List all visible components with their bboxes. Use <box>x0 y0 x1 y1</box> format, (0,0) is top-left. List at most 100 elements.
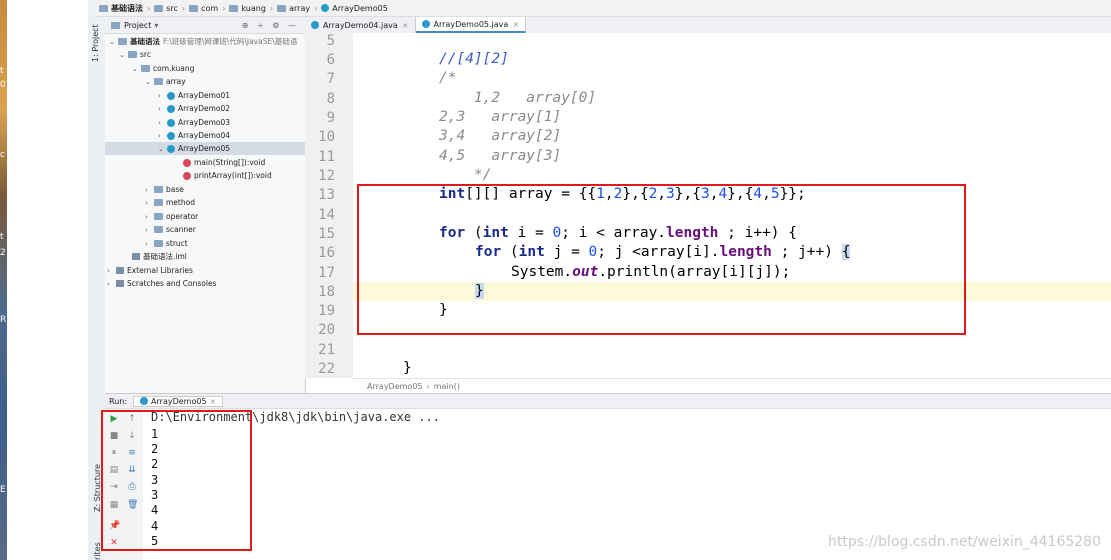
close-icon[interactable]: × <box>512 20 519 29</box>
breadcrumb-class[interactable]: ArrayDemo05 <box>367 382 423 391</box>
class-icon <box>167 144 175 153</box>
chevron-down-icon: ⌄ <box>119 50 125 59</box>
nav-crumb-com[interactable]: com <box>189 4 218 13</box>
tree-item-scratches[interactable]: › Scratches and Consoles <box>107 277 216 290</box>
tree-item-class[interactable]: › ArrayDemo03 <box>158 116 230 129</box>
module-file-icon <box>132 253 140 260</box>
line-number: 12 <box>318 168 335 184</box>
chevron-right-icon: › <box>145 225 148 234</box>
class-icon <box>421 20 430 28</box>
navigation-bar: 基础语法 › src › com › kuang › array › ArrayDemo0… <box>95 0 1111 17</box>
run-tab[interactable]: ArrayDemo05 × <box>133 395 224 407</box>
line-number: 13 <box>318 187 335 203</box>
package-icon <box>154 213 163 220</box>
line-number: 10 <box>318 129 335 145</box>
chevron-right-icon: › <box>158 104 161 113</box>
code-line: 2,3 array[1] <box>439 109 562 125</box>
line-number-gutter: 5 6 7 8 9 10 11 12 13 14 15 16 17 18 19 … <box>305 33 354 378</box>
close-icon[interactable]: × <box>210 397 217 406</box>
desktop-char: R <box>0 315 7 325</box>
tree-item-package[interactable]: › scanner <box>145 223 196 236</box>
desktop-char: t <box>0 66 4 76</box>
class-icon <box>321 4 330 12</box>
chevron-right-icon: › <box>158 131 161 140</box>
class-icon <box>167 104 175 113</box>
class-icon <box>167 131 175 140</box>
folder-icon <box>229 4 239 12</box>
tree-item-method[interactable]: main(String[]):void <box>183 156 265 169</box>
pane-toolbar-icons[interactable]: ⊕ ÷ ⚙ — <box>242 21 299 30</box>
run-label: Run: <box>109 396 128 406</box>
folder-icon <box>99 4 108 12</box>
folder-icon <box>118 38 127 45</box>
package-icon <box>154 226 163 233</box>
chevron-right-icon: › <box>145 239 148 248</box>
line-number: 14 <box>318 207 335 223</box>
chevron-down-icon[interactable]: ▾ <box>154 21 158 30</box>
tree-item-package[interactable]: › base <box>145 183 184 196</box>
chevron-down-icon: ⌄ <box>158 144 164 153</box>
close-icon[interactable]: × <box>402 21 409 30</box>
library-icon <box>116 267 124 274</box>
nav-crumb-src[interactable]: src <box>154 4 178 13</box>
code-line: 3,4 array[2] <box>439 128 562 144</box>
breadcrumb-method[interactable]: main() <box>434 382 460 391</box>
code-highlight-box <box>357 184 966 335</box>
nav-crumb-kuang[interactable]: kuang <box>229 4 266 13</box>
line-number: 8 <box>326 91 335 107</box>
line-number: 18 <box>318 284 335 300</box>
tree-item-class[interactable]: › ArrayDemo01 <box>158 89 230 102</box>
tab-arraydemo04[interactable]: ArrayDemo04.java × <box>305 17 416 33</box>
line-number: 22 <box>318 361 335 377</box>
tree-item-src[interactable]: ⌄ src <box>119 48 151 61</box>
line-number: 17 <box>318 265 335 281</box>
editor-tabs: ArrayDemo04.java × ArrayDemo05.java × <box>305 17 1111 34</box>
tab-arraydemo05[interactable]: ArrayDemo05.java × <box>415 17 527 33</box>
chevron-right-icon: › <box>145 198 148 207</box>
desktop-char: 2 <box>0 248 6 258</box>
project-pane: Project ▾ ⊕ ÷ ⚙ — ⌄ 基础语法 F:\班级管理\网课班\代码\Ja… <box>105 17 306 393</box>
nav-crumb-array[interactable]: array <box>277 4 310 13</box>
folder-icon <box>128 51 137 58</box>
tree-item-package[interactable]: › method <box>145 196 195 209</box>
desktop-char: E <box>0 485 6 495</box>
tree-item-package[interactable]: › struct <box>145 237 188 250</box>
tree-item-class[interactable]: › ArrayDemo04 <box>158 129 230 142</box>
tree-item-libraries[interactable]: › External Libraries <box>107 264 193 277</box>
tree-item-package[interactable]: › operator <box>145 210 198 223</box>
folder-icon <box>189 4 199 12</box>
class-icon <box>167 118 175 127</box>
watermark: https://blog.csdn.net/weixin_44165280 <box>827 534 1101 550</box>
project-view-selector[interactable]: Project <box>124 21 151 30</box>
line-number: 6 <box>326 52 335 68</box>
chevron-down-icon: ⌄ <box>132 64 138 73</box>
folder-icon <box>277 4 287 12</box>
tree-item-package[interactable]: ⌄ com.kuang <box>132 62 194 75</box>
chevron-right-icon: › <box>107 279 110 288</box>
tree-item-class[interactable]: › ArrayDemo02 <box>158 102 230 115</box>
tree-item-iml[interactable]: 基础语法.iml <box>132 250 187 263</box>
chevron-down-icon: ⌄ <box>145 77 151 86</box>
tree-root[interactable]: ⌄ 基础语法 F:\班级管理\网课班\代码\JavaSE\基础语 <box>109 35 297 48</box>
tree-item-class-selected[interactable]: ⌄ ArrayDemo05 <box>158 142 230 155</box>
line-number: 16 <box>318 245 335 261</box>
class-icon <box>167 91 175 100</box>
tree-item-array[interactable]: ⌄ array <box>145 75 186 88</box>
code-line: /* <box>439 70 457 86</box>
project-icon <box>111 21 120 29</box>
line-number: 15 <box>318 226 335 242</box>
folder-icon <box>154 4 164 12</box>
line-number: 19 <box>318 303 335 319</box>
tree-item-method[interactable]: printArray(int[]):void <box>183 169 272 182</box>
project-tool-button[interactable]: 1: Project <box>91 24 100 62</box>
desktop-strip: t 0 c t 2 R E <box>0 0 88 560</box>
nav-crumb-project[interactable]: 基础语法 <box>99 3 143 14</box>
code-line: //[4][2] <box>439 51 509 67</box>
nav-crumb-class[interactable]: ArrayDemo05 <box>321 4 388 13</box>
line-number: 7 <box>326 71 335 87</box>
editor-breadcrumb: ArrayDemo05 › main() <box>353 378 1111 393</box>
package-icon <box>141 65 150 72</box>
package-icon <box>154 199 163 206</box>
package-icon <box>154 186 163 193</box>
chevron-down-icon: ⌄ <box>109 37 115 46</box>
